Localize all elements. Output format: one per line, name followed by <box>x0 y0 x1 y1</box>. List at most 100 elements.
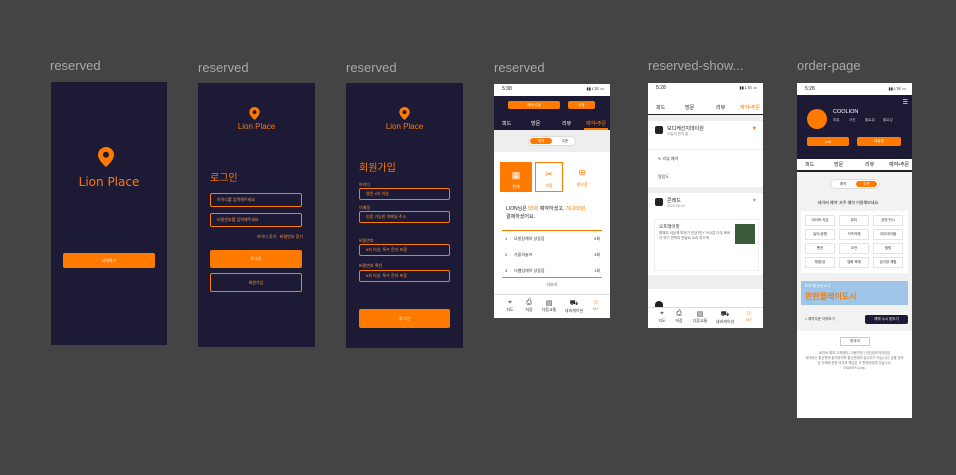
nav-transit[interactable]: ▤ 다움교통 <box>688 310 712 324</box>
reservation-card[interactable]: 모디케선지데이원 오늘의 편지 통 ♥ <box>648 121 763 149</box>
nav-saved[interactable]: ⎙ 저장 <box>520 299 538 313</box>
reserve-order-toggle[interactable]: 예약 주문 <box>528 136 576 146</box>
order-button[interactable]: 주문 <box>568 101 595 109</box>
toggle-strip: 예약 주문 <box>494 130 610 152</box>
heart-icon[interactable]: ♥ <box>752 198 756 204</box>
review-card[interactable]: 오프레어핏 향해우 셔돈에 피하기 인당7만Y 이너분 다우 육비가 먹기 편하… <box>654 219 759 271</box>
language-select[interactable]: 한국어 <box>840 337 870 346</box>
list-item[interactable]: 3 더웹업헤이 성동점 1회 <box>502 264 602 276</box>
password-input[interactable]: 6자 이상, 특수 문자 포함 <box>359 244 450 256</box>
category-all[interactable]: ▦ 전체 <box>500 162 532 192</box>
category-item[interactable]: 체험/공 <box>805 257 835 268</box>
tab-review[interactable]: 리뷰 <box>865 161 874 168</box>
category-item[interactable]: 놀이/공원 <box>805 229 835 240</box>
tab-bar: 피드 방문 리뷰 예약•주문 <box>648 102 763 115</box>
app-logo: Lion Place <box>237 122 276 131</box>
visit-button[interactable]: 네방명 <box>857 137 901 146</box>
reserve-order-toggle[interactable]: 예약 주문 <box>830 179 880 189</box>
frame-label-5: reserved-show... <box>648 58 744 73</box>
tab-visit[interactable]: 방문 <box>685 104 694 111</box>
footer: 한국어 네이버 예약 고객센터 | 이용약관 | 개인정보처리방침 네이버는 통… <box>797 331 912 418</box>
tab-reserve-order[interactable]: 예약•주문 <box>889 161 909 168</box>
status-bar: 5:28 ▮▮ LTE ▭ <box>656 85 757 91</box>
category-item[interactable]: 네이버 지갑 <box>805 215 835 226</box>
list-item[interactable]: 1 모발장해의 성동점 5회 <box>502 232 602 244</box>
signup-button[interactable]: 회원가입 <box>210 273 302 292</box>
frame-label-1: reserved <box>50 58 101 73</box>
nav-my[interactable]: ☺ MY <box>587 299 605 311</box>
heart-icon[interactable]: ♥ <box>752 126 756 132</box>
nav-saved[interactable]: ⎙ 저장 <box>670 310 688 324</box>
category-item[interactable]: 키즈카페 <box>839 229 869 240</box>
status-bar: 5:38 ▮▮ LTE ▭ <box>502 86 604 92</box>
login-button[interactable]: 로그인 <box>210 250 302 268</box>
bottom-nav: ⌖ 지도 ⎙ 저장 ▤ 다움교통 ⛟ 내비게이션 ☺ MY <box>494 294 610 318</box>
header-bar: 예약•주문 주문 피드 방문 리뷰 예약•주문 <box>494 96 610 130</box>
promo-banner[interactable]: 도프 에 전국 소시 핀란플레이도시 <box>801 281 908 305</box>
email-input[interactable]: 인증 가능한 이메일 주소 <box>359 211 450 223</box>
reserve-order-button[interactable]: 예약•주문 <box>508 101 560 109</box>
divider <box>502 230 602 231</box>
nav-map[interactable]: ⌖ 지도 <box>652 310 672 324</box>
id-input[interactable]: 아이디를 입력해주세요 <box>210 193 302 207</box>
password-confirm-input[interactable]: 6자 이상, 특수 문자 포함 <box>359 270 450 282</box>
field-label: 비밀번호 확인 <box>359 263 383 268</box>
location-pin-icon <box>98 147 114 167</box>
footer-text: 네이버 예약 고객센터 | 이용약관 | 개인정보처리방침 네이버는 통신판매 … <box>805 351 904 370</box>
location-pin-icon <box>249 107 260 120</box>
summary-line: LION님은 55회 예약하셨고, 76,000원 <box>506 206 586 212</box>
tab-feed[interactable]: 피드 <box>805 161 814 168</box>
category-store[interactable]: ⊞ 편의점 <box>568 162 596 192</box>
nav-transit[interactable]: ▤ 다움교통 <box>537 299 561 313</box>
category-item[interactable]: 공연/전시 <box>873 215 903 226</box>
frame-label-6: order-page <box>797 58 861 73</box>
tab-feed[interactable]: 피드 <box>656 104 665 111</box>
tab-review[interactable]: 리뷰 <box>716 104 725 111</box>
shop-icon <box>655 126 663 134</box>
tab-feed[interactable]: 피드 <box>502 120 511 127</box>
divider <box>502 277 602 278</box>
app-logo: Lion Place <box>78 175 140 189</box>
id-input[interactable]: 영문 4자 이상 <box>359 188 450 200</box>
list-item[interactable]: 2 가을의술프 3회 <box>502 248 602 260</box>
start-button[interactable]: 시작하기 <box>63 253 155 268</box>
category-item[interactable]: 펜션 <box>805 243 835 254</box>
more-link[interactable]: 더보기 <box>494 282 610 288</box>
nav-navigation[interactable]: ⛟ 내비게이션 <box>561 299 587 314</box>
avatar[interactable] <box>807 109 827 129</box>
username: COOLION <box>833 109 859 115</box>
page-title: 로그인 <box>210 173 238 184</box>
nav-my[interactable]: ☺ MY <box>740 310 758 322</box>
category-item[interactable]: 뷰티 <box>839 215 869 226</box>
category-item[interactable]: 영화 축제 <box>839 257 869 268</box>
reservation-card[interactable]: 콘레드 2023.05.19 ♥ <box>648 193 763 215</box>
category-item[interactable]: 캠핑 <box>873 243 903 254</box>
nav-map[interactable]: ⌖ 지도 <box>500 299 520 313</box>
signup-frame: Lion Place 회원가입 아이디 영문 4자 이상 이메일 인증 가능한 … <box>346 83 463 348</box>
tab-visit[interactable]: 방문 <box>834 161 843 168</box>
nav-navigation[interactable]: ⛟ 내비게이션 <box>712 310 738 325</box>
spacer <box>648 275 763 289</box>
app-logo: Lion Place <box>385 122 424 131</box>
submit-button[interactable]: 로그인 <box>359 309 450 328</box>
order-history-button[interactable]: Lart <box>807 137 849 146</box>
tab-visit[interactable]: 방문 <box>531 120 540 127</box>
tab-reserve-order[interactable]: 예약•주문 <box>586 120 606 127</box>
splash-frame: Lion Place 시작하기 <box>51 82 167 345</box>
card-body: ↻ 리뷰 예약 알람도 <box>648 149 763 188</box>
category-item[interactable]: 오던 <box>839 243 869 254</box>
history-link[interactable]: ⌂ 예약주문 이력보기 <box>805 317 835 322</box>
tab-reserve-order[interactable]: 예약•주문 <box>740 104 760 111</box>
shop-icon <box>655 198 663 206</box>
category-beauty[interactable]: ✂ 미용 <box>535 162 563 192</box>
category-item[interactable]: 아무데이블 <box>873 229 903 240</box>
menu-icon[interactable]: ☰ <box>903 99 908 106</box>
tab-bar: 피드 방문 리뷰 예약•주문 <box>797 159 912 171</box>
find-account-links[interactable]: 아이디 찾기 · 비밀번호 찾기 <box>257 234 303 240</box>
section-heading: '네이버 예약' 자주 예약 이용해보세요. <box>817 200 880 205</box>
category-item[interactable]: 집이방 체험 <box>873 257 903 268</box>
bottom-nav: ⌖ 지도 ⎙ 저장 ▤ 다움교통 ⛟ 내비게이션 ☺ MY <box>648 307 763 328</box>
tab-review[interactable]: 리뷰 <box>562 120 571 127</box>
reservation-sync-button[interactable]: 예약 수시 맞추기 <box>865 315 908 324</box>
password-input[interactable]: 비밀번호를 입력해주세요 <box>210 213 302 227</box>
